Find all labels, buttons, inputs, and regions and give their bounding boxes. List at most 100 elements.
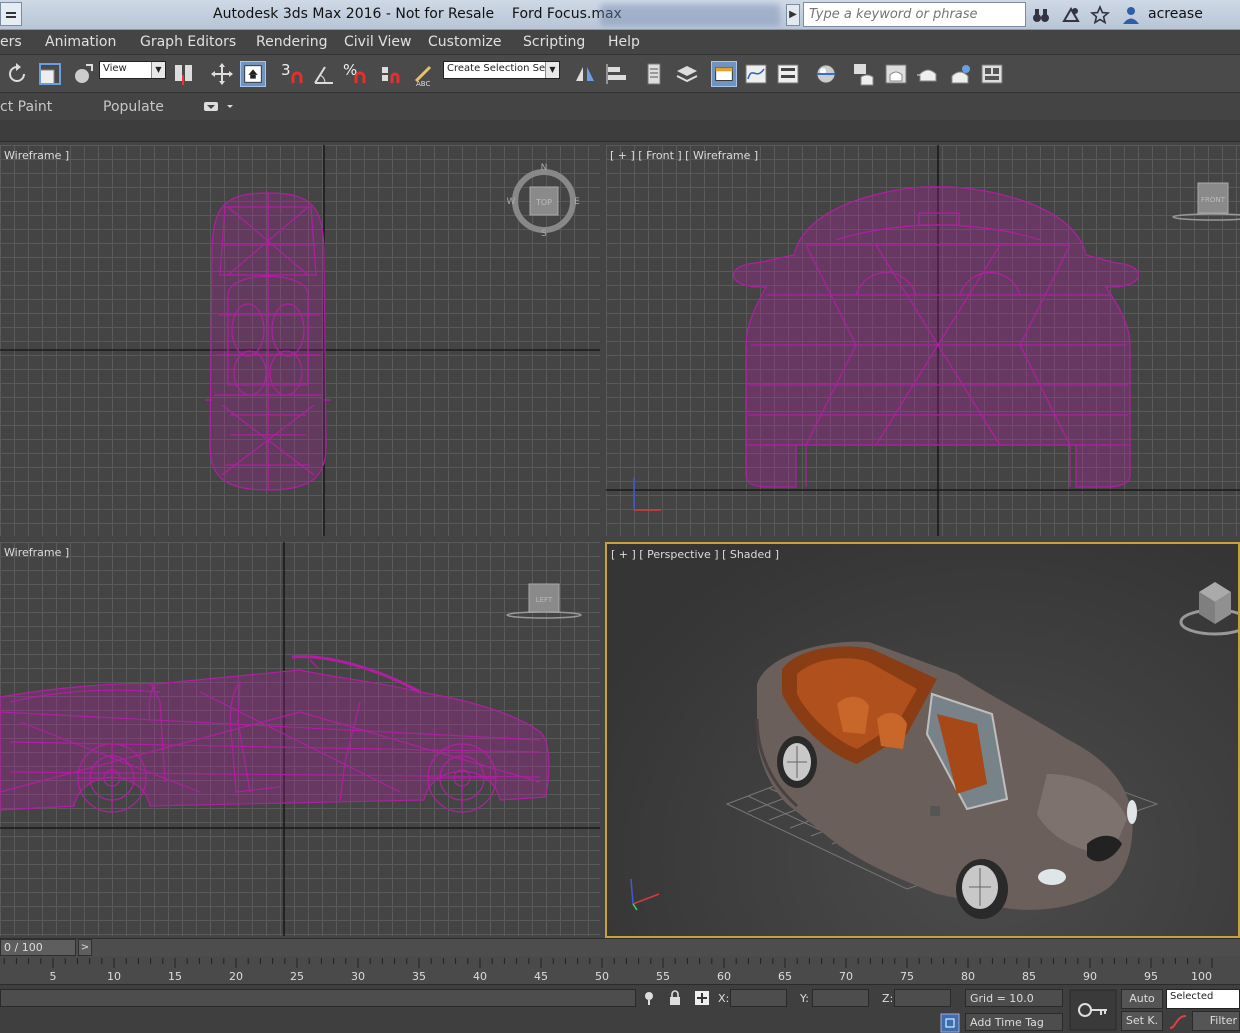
place-icon[interactable] [70,61,96,87]
chevron-down-icon: ▼ [151,62,165,78]
track-bar[interactable]: 5 10 15 20 25 30 35 40 45 50 55 60 65 70 75 80 85 90 95 100 [0,956,1240,984]
add-time-tag-field[interactable]: Add Time Tag [965,1013,1063,1031]
keyboard-shortcut-override-icon[interactable] [240,61,266,87]
scene-explorer-icon[interactable] [641,61,667,87]
track-tick-label: 15 [168,970,182,983]
material-editor-icon[interactable] [813,61,839,87]
time-slider[interactable]: 0 / 100 > [0,938,1240,956]
ribbon-tab-bar: ct Paint Populate [0,94,1240,120]
tab-populate[interactable]: Populate [103,99,164,115]
a360-gallery-icon[interactable] [979,61,1005,87]
pivot-center-icon[interactable] [171,61,197,87]
communication-center-icon[interactable] [1061,5,1081,25]
add-time-tag-label: Add Time Tag [970,1016,1044,1029]
maxscript-listener-field[interactable] [0,989,636,1007]
viewport-top-label[interactable]: Wireframe ] [4,149,69,162]
viewport-left-label[interactable]: Wireframe ] [4,546,69,559]
menu-item-customize[interactable]: Customize [428,34,502,50]
axis-tripod [633,477,661,511]
binoculars-icon[interactable] [1031,5,1051,25]
render-production-icon[interactable] [915,61,941,87]
ribbon-minimize-icon[interactable] [203,100,235,114]
menu-item-rendering[interactable]: Rendering [256,34,328,50]
menu-item-graph-editors[interactable]: Graph Editors [140,34,236,50]
layer-explorer-icon[interactable] [674,61,700,87]
edit-named-selection-icon[interactable]: ABC [410,61,436,87]
menu-item-scripting[interactable]: Scripting [523,34,585,50]
render-setup-icon[interactable] [851,61,877,87]
key-filters-button[interactable]: Filter [1192,1011,1240,1031]
track-tick-label: 85 [1022,970,1036,983]
scale-icon[interactable] [37,61,63,87]
3dsmax-window: Autodesk 3ds Max 2016 - Not for Resale F… [0,0,1240,1033]
set-key-icon[interactable] [1069,989,1117,1031]
viewport-perspective-label[interactable]: [ + ] [ Perspective ] [ Shaded ] [611,548,779,561]
track-bar-ruler: 5 10 15 20 25 30 35 40 45 50 55 60 65 70 75 80 85 90 95 100 [3,958,1213,983]
viewport-perspective[interactable]: [ + ] [ Perspective ] [ Shaded ] [605,542,1240,938]
rendered-frame-window-icon[interactable] [883,61,909,87]
star-icon[interactable] [1090,5,1110,25]
infocenter-collapse-button[interactable]: ▶ [786,4,800,26]
svg-text:ABC: ABC [416,80,430,87]
x-coordinate-field[interactable] [730,989,787,1007]
viewcube-left[interactable]: LEFT [506,582,586,622]
viewport-front[interactable]: [ + ] [ Front ] [ Wireframe ] FRONT [606,145,1240,536]
named-selection-set-dropdown[interactable]: Create Selection Se ▼ [443,61,560,79]
auto-key-button[interactable]: Auto [1121,989,1163,1009]
track-tick-label: 70 [839,970,853,983]
track-tick-label: 5 [50,970,57,983]
track-tick-label: 45 [534,970,548,983]
track-tick-label: 35 [412,970,426,983]
curve-editor-icon[interactable] [743,61,769,87]
time-slider-next-button[interactable]: > [78,939,92,956]
compass-east: E [574,197,580,207]
schematic-view-icon[interactable] [775,61,801,87]
default-in-out-tangents-icon[interactable] [1168,1012,1188,1032]
z-coordinate-field[interactable] [894,989,951,1007]
select-and-manipulate-icon[interactable] [209,61,235,87]
menu-item-civil-view[interactable]: Civil View [344,34,411,50]
tab-object-paint[interactable]: ct Paint [0,99,52,115]
y-coordinate-label: Y: [800,992,809,1005]
viewport-left[interactable]: Wireframe ] LEFT [0,542,600,936]
menu-item-animation[interactable]: Animation [45,34,116,50]
reference-coordinate-dropdown[interactable]: View ▼ [99,61,166,79]
viewport-top[interactable]: Wireframe ] TOP N S E W [0,145,600,536]
application-menu-button[interactable] [0,2,22,26]
set-key-button[interactable]: Set K. [1121,1011,1163,1031]
toggle-ribbon-icon[interactable] [711,61,737,87]
viewcube-front[interactable]: FRONT [1170,181,1240,221]
menu-bar: ers Animation Graph Editors Rendering Ci… [0,30,1240,55]
viewcube-top[interactable]: TOP N S E W [506,159,582,239]
user-name[interactable]: acrease [1148,6,1203,22]
absolute-mode-transform-icon[interactable] [694,990,710,1006]
time-slider-frame[interactable]: 0 / 100 [0,939,76,956]
track-tick-label: 30 [351,970,365,983]
compass-south: S [541,229,547,239]
track-tick-label: 90 [1083,970,1097,983]
viewport-front-label[interactable]: [ + ] [ Front ] [ Wireframe ] [610,149,758,162]
lock-icon[interactable] [668,990,682,1006]
rotate-icon[interactable] [4,61,30,87]
user-icon[interactable] [1121,5,1141,25]
align-icon[interactable] [604,61,630,87]
viewcube-perspective[interactable] [1177,574,1240,639]
track-tick-label: 100 [1191,970,1212,983]
viewcube-front-face: FRONT [1201,196,1226,204]
mirror-icon[interactable] [572,61,598,87]
angle-snap-icon[interactable] [311,61,337,87]
menu-item-help[interactable]: Help [608,34,640,50]
isolate-selection-icon[interactable] [642,990,656,1006]
spinner-snap-icon[interactable] [376,61,402,87]
menu-item-modifiers[interactable]: ers [0,34,22,50]
compass-west: W [507,197,516,207]
status-bar: X: Y: Z: Grid = 10.0 Add Time Tag Auto S… [0,984,1240,1033]
viewcube-top-face: TOP [535,198,552,207]
time-tag-icon[interactable] [940,1013,960,1033]
y-coordinate-field[interactable] [812,989,869,1007]
render-in-cloud-icon[interactable] [947,61,973,87]
search-input[interactable] [803,2,1026,27]
reference-coordinate-value: View [103,63,127,74]
key-filter-selection-dropdown[interactable]: Selected [1166,989,1240,1009]
grid-size-value: Grid = 10.0 [970,992,1034,1005]
